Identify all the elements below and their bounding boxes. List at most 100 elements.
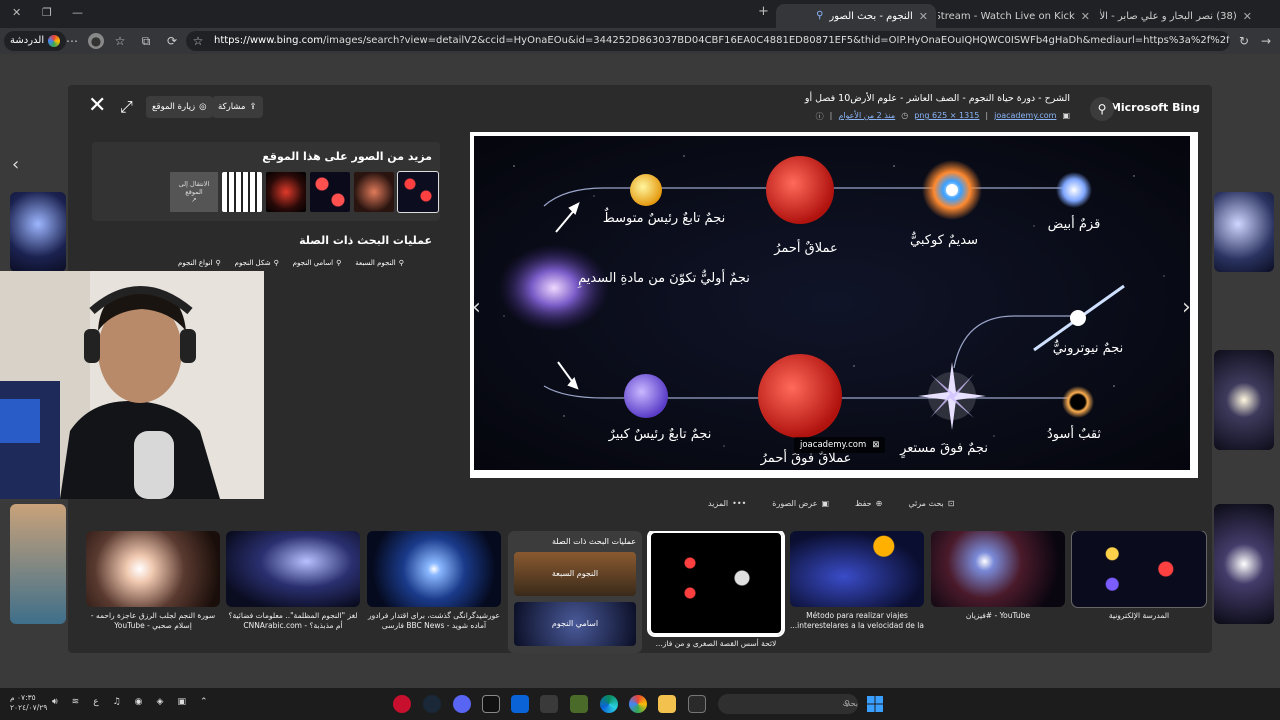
site-image-thumb[interactable] [310, 172, 350, 212]
tray-overflow-icon[interactable]: ⌃ [200, 697, 208, 707]
tab-close-icon[interactable]: ✕ [919, 10, 928, 23]
source-watermark[interactable]: joacademy.com ⊠ [794, 437, 886, 453]
previous-image-arrow-icon[interactable]: ‹ [472, 295, 481, 320]
reload-icon[interactable]: ↻ [1236, 33, 1252, 49]
app-icon[interactable] [540, 695, 558, 713]
steam-icon[interactable] [423, 695, 441, 713]
action-label: بحث مرئي [908, 499, 944, 508]
favorites-icon[interactable]: ☆ [112, 33, 128, 49]
tab-title: (38) نصر البحار و علي صابر - الأيام [1100, 10, 1237, 22]
site-image-thumb[interactable] [354, 172, 394, 212]
visit-site-button[interactable]: ◎ زيارة الموقع [146, 96, 213, 118]
result-thumbnail[interactable] [1214, 350, 1274, 450]
address-bar-row: الدردشة ⋯ ● ☆ ⧉ ⟳ https://www.bing.com/i… [0, 28, 1280, 54]
tray-app-icon[interactable]: ◉ [135, 697, 143, 707]
result-thumbnail[interactable] [10, 192, 66, 272]
capcut-icon[interactable] [482, 695, 500, 713]
start-button[interactable] [866, 695, 886, 715]
profile-avatar-icon[interactable]: ● [88, 33, 104, 49]
back-arrow-icon[interactable]: → [1258, 33, 1274, 49]
meta-size[interactable]: png 625 × 1315 [914, 111, 979, 122]
close-icon[interactable]: ✕ [88, 95, 106, 117]
watermark-close-icon[interactable]: ⊠ [872, 440, 879, 450]
search-icon[interactable]: ⚲ [1090, 97, 1114, 121]
share-button[interactable]: ⇪ مشاركة [212, 96, 263, 118]
related-image-card[interactable]: لغز "النجوم المظلمة".. معلومات فضائية؟ أ… [226, 531, 360, 653]
close-window-icon[interactable]: ✕ [12, 6, 21, 19]
file-explorer-icon[interactable] [658, 695, 676, 713]
separator: | [829, 111, 833, 120]
tab-title: YazeedQ Stream - Watch Live on Kick [938, 10, 1075, 22]
app-icon[interactable] [393, 695, 411, 713]
tray-app-icon[interactable]: ◈ [157, 697, 164, 707]
meta-site-link[interactable]: joacademy.com [994, 111, 1056, 122]
label-massive-star: نجمٌ تابعٌ رئيسٌ كبيرٌ [608, 427, 712, 442]
result-thumbnail[interactable] [1214, 192, 1274, 272]
clock[interactable]: ٠٧:٣٥ م ٢٠٢٤/٠٧/٢٩ [10, 693, 47, 713]
goto-site-button[interactable]: الانتقال إلى الموقع ↗ [170, 172, 218, 212]
external-link-icon: ↗ [191, 196, 197, 204]
restore-window-icon[interactable]: ❐ [42, 6, 52, 19]
taskbar-search-input[interactable]: بحث ⚲ [718, 694, 858, 714]
task-view-icon[interactable] [688, 695, 706, 713]
tab-youtube[interactable]: ✕ (38) نصر البحار و علي صابر - الأيام [1100, 4, 1260, 28]
site-image-thumb[interactable] [222, 172, 262, 212]
related-image-card-selected[interactable]: لائحة أسس القصة الصغرى و من فاز... [647, 531, 785, 653]
tray-app-icon[interactable]: ▣ [177, 697, 186, 707]
visual-search-button[interactable]: ⊡ بحث مرئي [908, 499, 954, 508]
save-button[interactable]: ⊕ حفظ [855, 499, 882, 508]
star-lifecycle-diagram: قزمٌ أبيض سديمٌ كوكبيٌّ عملاقٌ أحمرُ نجم… [474, 136, 1190, 470]
meta-age[interactable]: منذ 2 من الأعوام [838, 111, 895, 122]
related-image-thumb [367, 531, 501, 607]
tab-close-icon[interactable]: ✕ [1081, 10, 1090, 23]
site-image-thumb[interactable] [266, 172, 306, 212]
related-image-card[interactable]: المدرسة الإلكترونية [1071, 531, 1207, 653]
wifi-icon[interactable]: ≋ [72, 697, 80, 707]
language-icon[interactable]: ع [93, 697, 98, 707]
app-icon[interactable] [570, 695, 588, 713]
result-thumbnail[interactable] [10, 504, 66, 624]
extensions-icon[interactable]: ⧉ [138, 33, 154, 49]
url-input[interactable]: https://www.bing.com/images/search?view=… [186, 31, 1230, 51]
related-chip[interactable]: ⚲ انواع النجوم [178, 259, 221, 267]
scroll-left-icon[interactable]: ‹ [12, 154, 19, 175]
discord-icon[interactable] [453, 695, 471, 713]
result-thumbnail[interactable] [1214, 504, 1274, 624]
outlook-icon[interactable] [511, 695, 529, 713]
main-image-frame[interactable]: قزمٌ أبيض سديمٌ كوكبيٌّ عملاقٌ أحمرُ نجم… [470, 132, 1198, 478]
copilot-taskbar-icon[interactable] [629, 695, 647, 713]
chat-button[interactable]: الدردشة [4, 31, 67, 51]
tab-close-icon[interactable]: ✕ [1243, 10, 1252, 23]
edge-icon[interactable] [600, 695, 618, 713]
info-icon[interactable]: ⓘ [816, 111, 824, 122]
microphone-icon[interactable]: ♫ [113, 697, 121, 707]
search-icon: ⚲ [215, 259, 221, 267]
refresh-icon[interactable]: ⟳ [164, 33, 180, 49]
next-image-arrow-icon[interactable]: › [1182, 295, 1191, 320]
volume-icon[interactable]: 🔊︎ [52, 697, 58, 707]
site-image-thumb[interactable] [397, 171, 439, 213]
new-tab-icon[interactable]: + [758, 4, 769, 19]
tab-images-search[interactable]: ✕ النجوم - بحث الصور ⚲ [776, 4, 936, 28]
expand-icon[interactable]: ⤢ [120, 97, 133, 117]
related-image-card[interactable]: YouTube - #فيزيان [931, 531, 1065, 653]
image-title[interactable]: الشرح - دورة حياة النجوم - الصف العاشر -… [805, 93, 1070, 104]
minimize-window-icon[interactable]: — [72, 6, 83, 19]
related-image-card[interactable]: Método para realizar viajes interestelar… [790, 531, 924, 653]
protostar-nebula-image [498, 244, 610, 332]
more-icon[interactable]: ⋯ [64, 33, 80, 49]
related-search-tile[interactable]: النجوم السبعة [514, 552, 636, 596]
related-image-card[interactable]: سورة النجم لجلب الرزق عاجزة راحمه - إسلا… [86, 531, 220, 653]
related-search-tile[interactable]: اسامي النجوم [514, 602, 636, 646]
view-image-button[interactable]: ▣ عرض الصورة [772, 499, 829, 508]
url-path: /images/search?view=detailV2&ccid=HyOnaE… [323, 35, 1230, 46]
related-chip[interactable]: ⚲ اسامي النجوم [293, 259, 342, 267]
related-chip-label: اسامي النجوم [292, 259, 334, 267]
label-red-giant: عملاقٌ أحمرُ [773, 239, 838, 256]
related-chip[interactable]: ⚲ النجوم السبعة [355, 259, 404, 267]
more-button[interactable]: ••• المزيد [708, 499, 746, 508]
tab-kick-stream[interactable]: ✕ YazeedQ Stream - Watch Live on Kick [938, 4, 1098, 28]
bookmark-star-icon[interactable]: ☆ [190, 33, 206, 49]
related-chip[interactable]: ⚲ شكل النجوم [235, 259, 279, 267]
related-image-card[interactable]: عورشیدگرانگی گذشت، برای اقتدار فرادور آم… [367, 531, 501, 653]
